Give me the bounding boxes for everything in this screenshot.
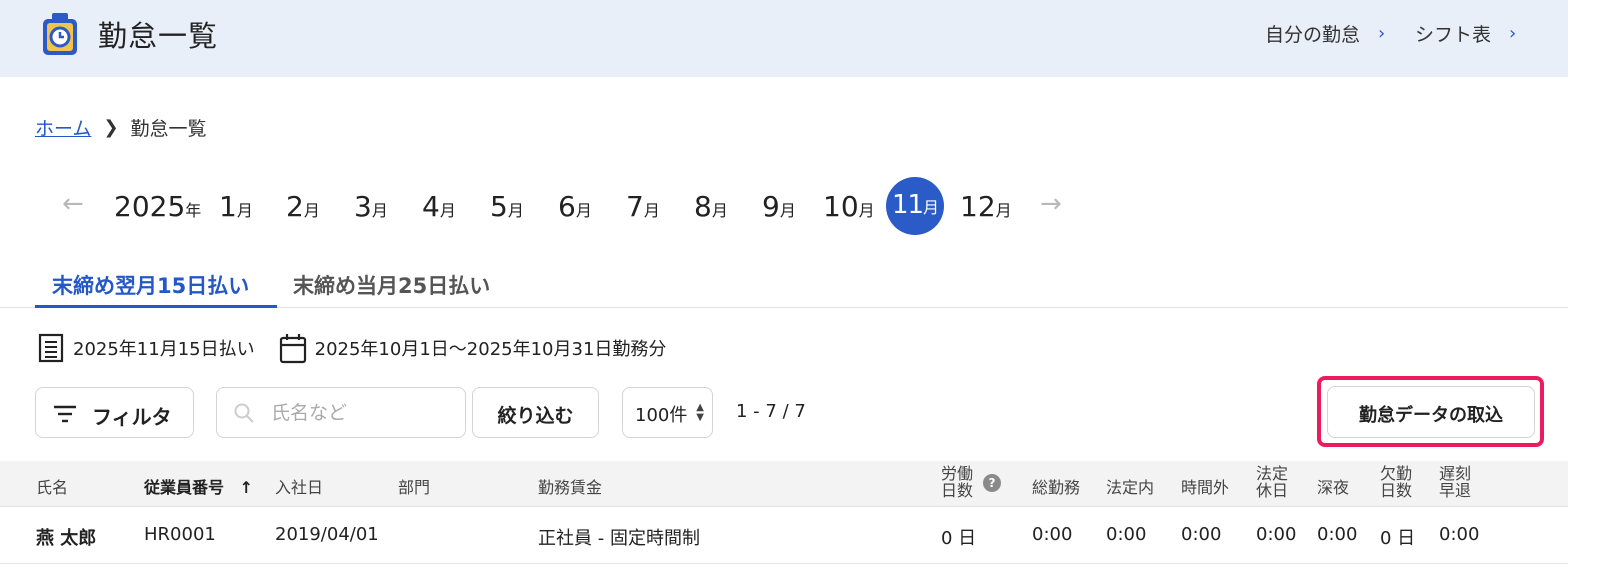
cell-work-days: 0 日 — [941, 528, 977, 549]
cell-statutory: 0:00 — [1106, 524, 1147, 545]
select-updown-icon: ▲ ▼ — [696, 402, 704, 423]
work-period-text: 2025年10月1日～2025年10月31日勤務分 — [314, 339, 667, 360]
month-1[interactable]: 1月 — [219, 190, 253, 223]
tab-end-close-current-25[interactable]: 末締め当月25日払い — [293, 270, 490, 300]
per-page-value: 100件 — [635, 405, 688, 426]
attendance-clock-icon — [43, 13, 77, 55]
payroll-tabs: 末締め翌月15日払い 末締め当月25日払い — [0, 265, 1568, 308]
col-late-early[interactable]: 遅刻 早退 — [1439, 465, 1471, 499]
search-icon — [234, 403, 254, 423]
chevron-right-icon: › — [1509, 23, 1517, 44]
month-9[interactable]: 9月 — [762, 190, 796, 223]
month-7[interactable]: 7月 — [626, 190, 660, 223]
cell-night: 0:00 — [1317, 524, 1358, 545]
payday-text: 2025年11月15日払い — [73, 339, 255, 360]
search-box[interactable] — [216, 387, 466, 438]
month-navigation: ← 2025年 1月 2月 3月 4月 5月 6月 7月 8月 9月 10月 1… — [0, 176, 1100, 236]
breadcrumb-current: 勤怠一覧 — [130, 118, 207, 140]
filter-icon — [54, 405, 76, 423]
cell-holiday: 0:00 — [1256, 524, 1297, 545]
col-department[interactable]: 部門 — [398, 474, 430, 498]
shift-table-label: シフト表 — [1415, 24, 1492, 46]
month-6[interactable]: 6月 — [558, 190, 592, 223]
cell-name[interactable]: 燕 太郎 — [36, 524, 96, 550]
month-12[interactable]: 12月 — [960, 190, 1012, 223]
cell-overtime: 0:00 — [1181, 524, 1222, 545]
month-10[interactable]: 10月 — [823, 190, 875, 223]
breadcrumb: ホーム ❯ 勤怠一覧 — [35, 114, 207, 141]
per-page-select[interactable]: 100件 ▲ ▼ — [622, 387, 713, 438]
my-attendance-label: 自分の勤怠 — [1265, 24, 1361, 46]
cell-total-work: 0:00 — [1032, 524, 1073, 545]
breadcrumb-home-link[interactable]: ホーム — [35, 114, 91, 141]
shift-table-link[interactable]: シフト表 › — [1415, 20, 1516, 47]
cell-late: 0:00 — [1439, 524, 1480, 545]
active-tab-indicator — [35, 305, 277, 308]
filter-button[interactable]: フィルタ — [35, 387, 194, 438]
month-5[interactable]: 5月 — [490, 190, 524, 223]
col-night[interactable]: 深夜 — [1317, 474, 1349, 498]
filter-label: フィルタ — [92, 405, 172, 429]
search-input[interactable] — [271, 398, 451, 428]
chevron-right-icon: › — [1378, 23, 1386, 44]
narrow-down-button[interactable]: 絞り込む — [472, 387, 599, 438]
month-4[interactable]: 4月 — [422, 190, 456, 223]
pay-info: 2025年11月15日払い 2025年10月1日～2025年10月31日勤務分 — [37, 330, 666, 366]
col-employee-no[interactable]: 従業員番号 ↑ — [144, 474, 253, 498]
col-overtime[interactable]: 時間外 — [1181, 474, 1229, 498]
result-range: 1 - 7 / 7 — [736, 401, 806, 422]
year-label: 2025年 — [114, 190, 202, 223]
month-2[interactable]: 2月 — [286, 190, 320, 223]
import-attendance-button[interactable]: 勤怠データの取込 — [1327, 386, 1535, 438]
cell-employee-no: HR0001 — [144, 524, 216, 545]
col-statutory[interactable]: 法定内 — [1106, 474, 1154, 498]
month-11-selected[interactable]: 11月 — [886, 177, 944, 235]
col-hire-date[interactable]: 入社日 — [275, 474, 323, 498]
table-header: 氏名 従業員番号 ↑ 入社日 部門 勤務賃金 労働 日数 ? 総勤務 法定内 時間… — [0, 461, 1568, 507]
month-3[interactable]: 3月 — [354, 190, 388, 223]
help-icon[interactable]: ? — [983, 474, 1001, 492]
col-absence-days[interactable]: 欠勤 日数 — [1380, 465, 1412, 499]
receipt-icon — [38, 333, 64, 363]
next-year-arrow-icon[interactable]: → — [1040, 189, 1062, 219]
col-work-days[interactable]: 労働 日数 — [941, 465, 973, 499]
col-statutory-holiday[interactable]: 法定 休日 — [1256, 465, 1288, 499]
cell-wage: 正社員 - 固定時間制 — [538, 528, 700, 549]
my-attendance-link[interactable]: 自分の勤怠 › — [1265, 20, 1385, 47]
calendar-icon — [279, 334, 306, 364]
tab-end-close-next-15[interactable]: 末締め翌月15日払い — [52, 270, 249, 300]
sort-ascending-icon: ↑ — [239, 478, 253, 497]
table-row[interactable]: 燕 太郎 HR0001 2019/04/01 正社員 - 固定時間制 0 日 0… — [0, 508, 1568, 564]
page-title: 勤怠一覧 — [98, 19, 219, 53]
col-name[interactable]: 氏名 — [36, 474, 68, 498]
col-wage[interactable]: 勤務賃金 — [538, 474, 602, 498]
cell-hire-date: 2019/04/01 — [275, 524, 379, 545]
chevron-right-icon: ❯ — [103, 117, 119, 138]
prev-year-arrow-icon[interactable]: ← — [62, 189, 84, 219]
app-header: 勤怠一覧 自分の勤怠 › シフト表 › — [0, 0, 1568, 77]
col-total-work[interactable]: 総勤務 — [1032, 474, 1080, 498]
month-8[interactable]: 8月 — [694, 190, 728, 223]
cell-absence: 0 日 — [1380, 528, 1416, 549]
page-scrollbar[interactable] — [1568, 0, 1600, 583]
